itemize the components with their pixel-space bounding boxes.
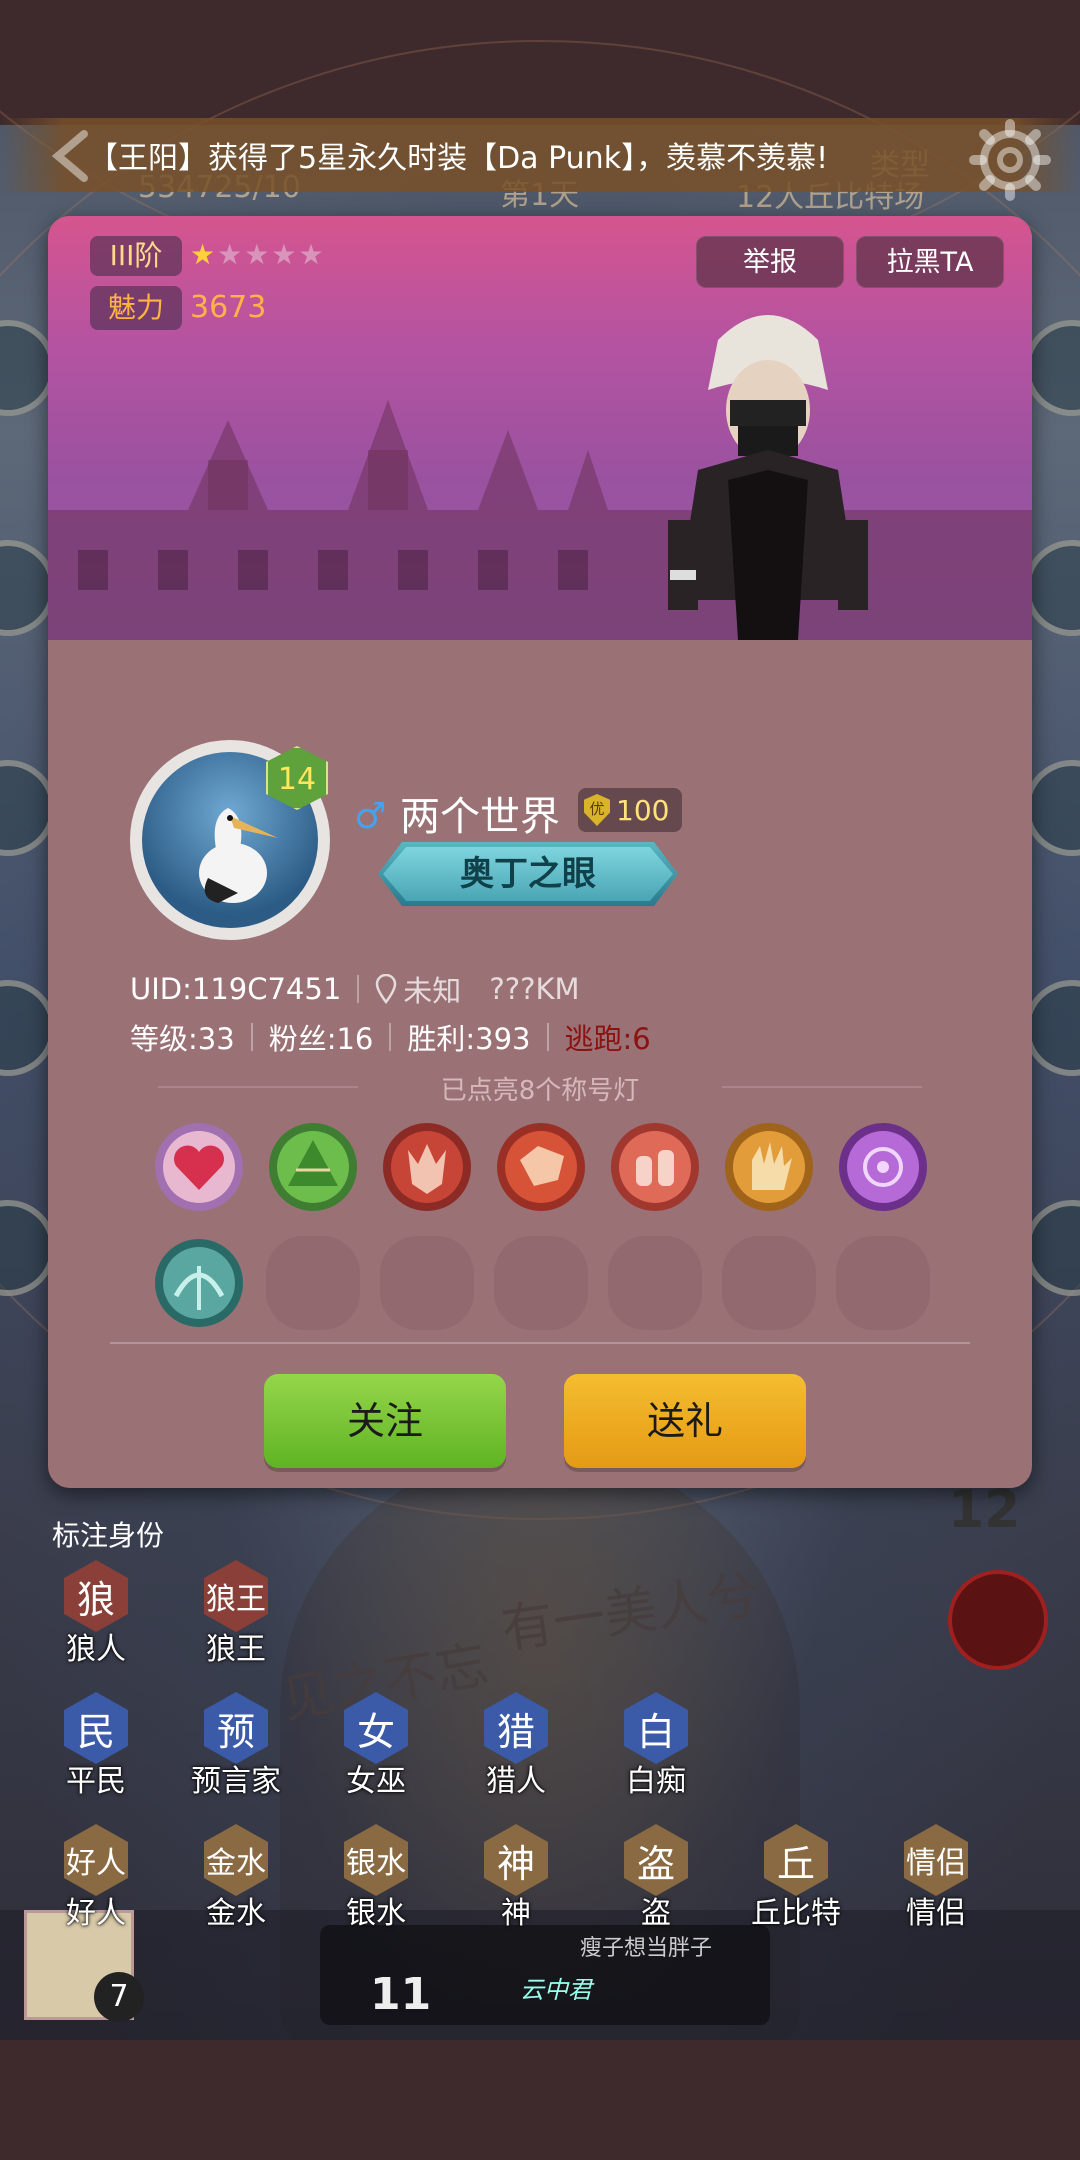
empty-light-slot — [380, 1236, 474, 1330]
magic-seal-icon[interactable] — [836, 1120, 930, 1214]
vip-badge: 优 100 — [578, 788, 682, 832]
role-icon: 白 — [624, 1692, 688, 1764]
role-icon: 盗 — [624, 1824, 688, 1896]
role-option[interactable]: 神神 — [456, 1824, 576, 1932]
empty-light-slot — [494, 1236, 588, 1330]
divider — [110, 1342, 970, 1344]
stats-row: 等级:33 粉丝:16 胜利:393 逃跑:6 — [130, 1016, 651, 1058]
send-gift-button[interactable]: 送礼 — [564, 1374, 806, 1468]
wins-stat: 胜利:393 — [407, 1022, 531, 1056]
role-icon: 狼王 — [204, 1560, 268, 1632]
user-nickname: 两个世界 — [400, 794, 560, 840]
role-option[interactable]: 好人 好人 — [36, 1824, 156, 1932]
separator — [389, 1023, 392, 1051]
location-pin-icon — [376, 974, 397, 1004]
role-option[interactable]: 狼王 狼王 — [176, 1560, 296, 1668]
title-lights-caption: 已点亮8个称号灯 — [48, 1070, 1032, 1107]
role-icon: 金水 — [204, 1824, 268, 1896]
crossbow-icon[interactable] — [152, 1236, 246, 1330]
role-icon: 神 — [484, 1824, 548, 1896]
back-icon[interactable] — [44, 128, 104, 184]
report-button[interactable]: 举报 — [696, 236, 844, 288]
vip-value: 100 — [616, 793, 670, 827]
user-uid: UID:119C7451 — [130, 972, 342, 1006]
role-icon: 好人 — [64, 1824, 128, 1896]
role-option[interactable]: 丘丘比特 — [736, 1824, 856, 1932]
gear-icon[interactable] — [968, 118, 1052, 202]
claw-hand-icon[interactable] — [722, 1120, 816, 1214]
profile-card: III阶 ★★★★★ 魅力 3673 举报 拉黑TA 14 ♂ 两个世界 优 1… — [48, 216, 1032, 1488]
role-icon: 银水 — [344, 1824, 408, 1896]
role-option[interactable]: 猎猎人 — [456, 1692, 576, 1800]
role-option[interactable]: 预预言家 — [176, 1692, 296, 1800]
user-id-row: UID:119C7451 未知 ???KM — [130, 968, 580, 1010]
pelican-icon — [199, 808, 278, 903]
escape-stat: 逃跑:6 — [564, 1022, 651, 1056]
castle-background — [48, 400, 1032, 640]
werewolf-icon[interactable] — [380, 1120, 474, 1214]
separator — [357, 975, 360, 1003]
announcement-text: 【王阳】获得了5星永久时装【Da Punk】，羡慕不羡慕! — [88, 141, 829, 176]
role-icon: 女 — [344, 1692, 408, 1764]
charm-value: 3673 — [190, 290, 267, 325]
role-icon: 民 — [64, 1692, 128, 1764]
shield-icon: 优 — [584, 794, 610, 826]
profile-banner: III阶 ★★★★★ 魅力 3673 举报 拉黑TA — [48, 216, 1032, 640]
role-icon: 情侣 — [904, 1824, 968, 1896]
nickname-hint: 瘦子想当胖子 — [580, 1936, 713, 1961]
star-icon: ★ — [271, 238, 299, 271]
bottom-frame — [0, 2040, 1080, 2160]
empty-light-slot — [608, 1236, 702, 1330]
distance-text: ???KM — [489, 972, 580, 1006]
role-option[interactable]: 金水 金水 — [176, 1824, 296, 1932]
skin-label: 云中君 — [520, 1976, 592, 2004]
role-icon: 丘 — [764, 1824, 828, 1896]
role-option[interactable]: 女女巫 — [316, 1692, 436, 1800]
role-option[interactable]: 民平民 — [36, 1692, 156, 1800]
follow-button[interactable]: 关注 — [264, 1374, 506, 1468]
player-count-badge: 11 — [370, 1969, 432, 2020]
rank-badge: III阶 — [90, 236, 182, 276]
male-icon: ♂ — [354, 796, 387, 837]
fans-stat: 粉丝:16 — [268, 1022, 374, 1056]
role-option[interactable]: 银水 银水 — [316, 1824, 436, 1932]
role-icon: 狼 — [64, 1560, 128, 1632]
empty-light-slot — [836, 1236, 930, 1330]
role-marking-panel: 标注身份 狼狼人 狼王 狼王民平民预预言家女女巫猎猎人白白痴好人 好人 金水 金水 银水 银水… — [0, 1500, 1080, 1931]
level-stat: 等级:33 — [130, 1022, 235, 1056]
wolf-king-icon[interactable] — [494, 1120, 588, 1214]
empty-light-slot — [722, 1236, 816, 1330]
role-option[interactable]: 白白痴 — [596, 1692, 716, 1800]
fashion-character — [668, 315, 868, 640]
role-icon: 预 — [204, 1692, 268, 1764]
role-option[interactable]: 狼狼人 — [36, 1560, 156, 1668]
separator — [250, 1023, 253, 1051]
charm-label: 魅力 — [90, 286, 182, 330]
location: 未知 ???KM — [375, 968, 580, 1010]
separator — [546, 1023, 549, 1051]
title-badge: 奥丁之眼 — [378, 842, 678, 906]
role-icon: 猎 — [484, 1692, 548, 1764]
block-button[interactable]: 拉黑TA — [856, 236, 1004, 288]
empty-light-slot — [266, 1236, 360, 1330]
star-icon: ★ — [298, 238, 326, 271]
star-icon: ★ — [190, 238, 218, 271]
role-option[interactable]: 盗盗 — [596, 1824, 716, 1932]
star-rating: ★★★★★ — [190, 238, 326, 271]
star-icon: ★ — [244, 238, 272, 271]
role-panel-title: 标注身份 — [52, 1519, 165, 1552]
player-count-badge: 7 — [94, 1972, 144, 2022]
location-text: 未知 — [403, 974, 462, 1008]
zongzi-icon[interactable] — [266, 1120, 360, 1214]
announcement-marquee: 【王阳】获得了5星永久时装【Da Punk】，羡慕不羡慕! — [0, 118, 1080, 201]
potion-icon[interactable] — [608, 1120, 702, 1214]
heart-icon[interactable] — [152, 1120, 246, 1214]
title-badge-text: 奥丁之眼 — [460, 854, 596, 894]
star-icon: ★ — [217, 238, 245, 271]
role-option[interactable]: 情侣 情侣 — [876, 1824, 996, 1932]
